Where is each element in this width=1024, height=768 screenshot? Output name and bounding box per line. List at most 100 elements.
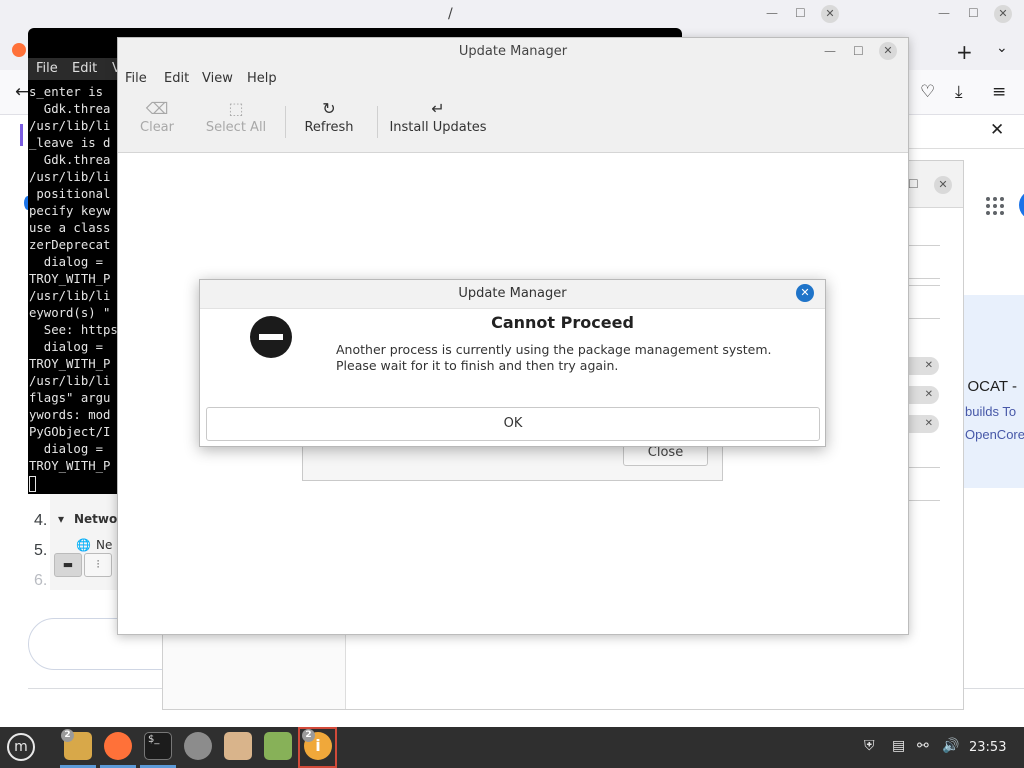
um-menu-view[interactable]: View: [202, 71, 233, 86]
dialog-message: Another process is currently using the p…: [336, 342, 772, 373]
new-tab-plus-icon[interactable]: +: [956, 40, 973, 64]
shield-app-icon[interactable]: [264, 732, 292, 760]
update-shield-tray-icon[interactable]: ⛨: [864, 738, 875, 754]
um-minimize-icon[interactable]: —: [824, 44, 836, 58]
toolbar-separator: [377, 106, 378, 138]
firefox-notification-bar: ✕: [907, 118, 1024, 149]
terminal-line: Gdk.threa: [29, 153, 111, 167]
page-left-accent: [20, 124, 23, 146]
select-all-button[interactable]: ⬚ Select All: [204, 98, 268, 135]
clear-button[interactable]: ⌫ Clear: [136, 98, 178, 135]
clear-icon: ⌫: [145, 99, 169, 118]
dialog-title: Update Manager: [458, 286, 567, 301]
refresh-button[interactable]: ↻ Refresh: [301, 98, 357, 135]
list-tabs-chevron-icon[interactable]: ⌄: [996, 40, 1008, 56]
places-view-icon[interactable]: ▬: [54, 553, 82, 577]
mint-menu-icon[interactable]: m: [7, 733, 35, 761]
terminal-line: TROY_WITH_P: [29, 459, 111, 473]
um-menu-edit[interactable]: Edit: [164, 71, 189, 86]
tree-view-icon[interactable]: ⫶: [84, 553, 112, 577]
firefox-app-icon[interactable]: [104, 732, 132, 760]
firefox-maximize-icon[interactable]: ☐: [968, 6, 979, 20]
clear-label: Clear: [140, 120, 174, 135]
terminal-line: flags" argu: [29, 391, 111, 405]
network-globe-icon: 🌐: [76, 538, 91, 552]
google-apps-grid-icon[interactable]: [986, 197, 1004, 215]
um-menu-file[interactable]: File: [125, 71, 147, 86]
bg-chip-1[interactable]: ✕: [905, 357, 939, 375]
um-menu-help[interactable]: Help: [247, 71, 277, 86]
terminal-line: zerDeprecat: [29, 238, 111, 252]
terminal-line: eyword(s) ": [29, 306, 111, 320]
terminal-line: /usr/lib/li: [29, 119, 111, 133]
bg-input-field-1[interactable]: [905, 245, 940, 279]
downloads-icon[interactable]: ⤓: [955, 82, 963, 102]
ok-button[interactable]: OK: [206, 407, 820, 441]
firefox-minimize-icon[interactable]: —: [938, 6, 950, 20]
result-title[interactable]: n OCAT -: [955, 378, 1017, 395]
bg-chip-2[interactable]: ✕: [905, 386, 939, 404]
um-close-icon[interactable]: ✕: [879, 42, 897, 60]
network-tray-icon[interactable]: ⚯: [917, 738, 929, 754]
terminal-cursor: [29, 476, 36, 492]
bg-chip-3[interactable]: ✕: [905, 415, 939, 433]
firefox-tab-title: /: [448, 6, 453, 22]
install-updates-label: Install Updates: [389, 120, 487, 135]
terminal-line: See: https: [29, 323, 117, 337]
app-menu-icon[interactable]: ≡: [992, 82, 1006, 102]
bg-window-close-icon[interactable]: ✕: [934, 176, 952, 194]
list-item-4: 4.: [34, 512, 48, 529]
account-avatar[interactable]: [1019, 190, 1024, 220]
network-section-chevron-icon[interactable]: ▾: [58, 512, 64, 526]
terminal-output[interactable]: s_enter is Gdk.threa/usr/lib/li _leave is…: [29, 84, 117, 475]
install-updates-button[interactable]: ↵ Install Updates: [388, 98, 488, 135]
terminal-line: dialog =: [29, 340, 104, 354]
disks-app-icon[interactable]: [184, 732, 212, 760]
terminal-line: s_enter is: [29, 85, 104, 99]
bg-input-field-3[interactable]: [905, 467, 940, 501]
um-maximize-icon[interactable]: ☐: [853, 44, 864, 58]
bg-minimize-icon[interactable]: —: [766, 6, 778, 20]
select-all-label: Select All: [205, 120, 267, 135]
terminal-line: use a class: [29, 221, 111, 235]
terminal-menu-edit[interactable]: Edit: [72, 61, 97, 76]
network-section-label[interactable]: Netwo: [74, 512, 117, 526]
bg-window-maximize-icon[interactable]: ☐: [908, 177, 919, 191]
pocket-icon[interactable]: ♡: [920, 82, 935, 102]
terminal-line: PyGObject/I: [29, 425, 111, 439]
refresh-label: Refresh: [304, 120, 354, 135]
terminal-line: TROY_WITH_P: [29, 272, 111, 286]
dialog-heading: Cannot Proceed: [491, 313, 634, 332]
install-return-icon: ↵: [431, 99, 445, 118]
list-item-5: 5.: [34, 542, 48, 559]
bg-maximize-icon[interactable]: ☐: [795, 6, 806, 20]
terminal-line: TROY_WITH_P: [29, 357, 111, 371]
update-manager-window-count-badge: 2: [302, 729, 315, 742]
taskbar-panel: m 2 $_ i 2 ⛨ ▤ ⚯ 🔊 23:53: [0, 727, 1024, 768]
terminal-line: Gdk.threa: [29, 102, 111, 116]
firefox-tab-favicon-icon: [12, 43, 26, 57]
terminal-line: _leave is d: [29, 136, 111, 150]
result-snippet-line-2: OpenCore: [965, 427, 1024, 442]
firefox-close-icon[interactable]: ✕: [994, 5, 1012, 23]
select-all-icon: ⬚: [228, 99, 244, 118]
notes-tray-icon[interactable]: ▤: [892, 738, 905, 754]
refresh-icon: ↻: [322, 99, 336, 118]
bg-close-icon[interactable]: ✕: [821, 5, 839, 23]
archive-app-icon[interactable]: [224, 732, 252, 760]
terminal-line: pecify keyw: [29, 204, 111, 218]
terminal-app-icon[interactable]: $_: [144, 732, 172, 760]
clock[interactable]: 23:53: [969, 740, 1006, 755]
terminal-menu-file[interactable]: File: [36, 61, 58, 76]
files-window-count-badge: 2: [61, 729, 74, 742]
update-manager-menubar: [118, 66, 908, 94]
dialog-close-icon[interactable]: ✕: [796, 284, 814, 302]
terminal-line: /usr/lib/li: [29, 289, 111, 303]
update-manager-title: Update Manager: [458, 44, 568, 59]
cannot-proceed-dialog: Update Manager ✕ Cannot Proceed Another …: [199, 279, 826, 447]
network-item-label[interactable]: Ne: [96, 538, 112, 552]
toolbar-separator: [285, 106, 286, 138]
notification-close-icon[interactable]: ✕: [990, 120, 1004, 140]
terminal-line: positional: [29, 187, 111, 201]
volume-tray-icon[interactable]: 🔊: [942, 738, 959, 754]
